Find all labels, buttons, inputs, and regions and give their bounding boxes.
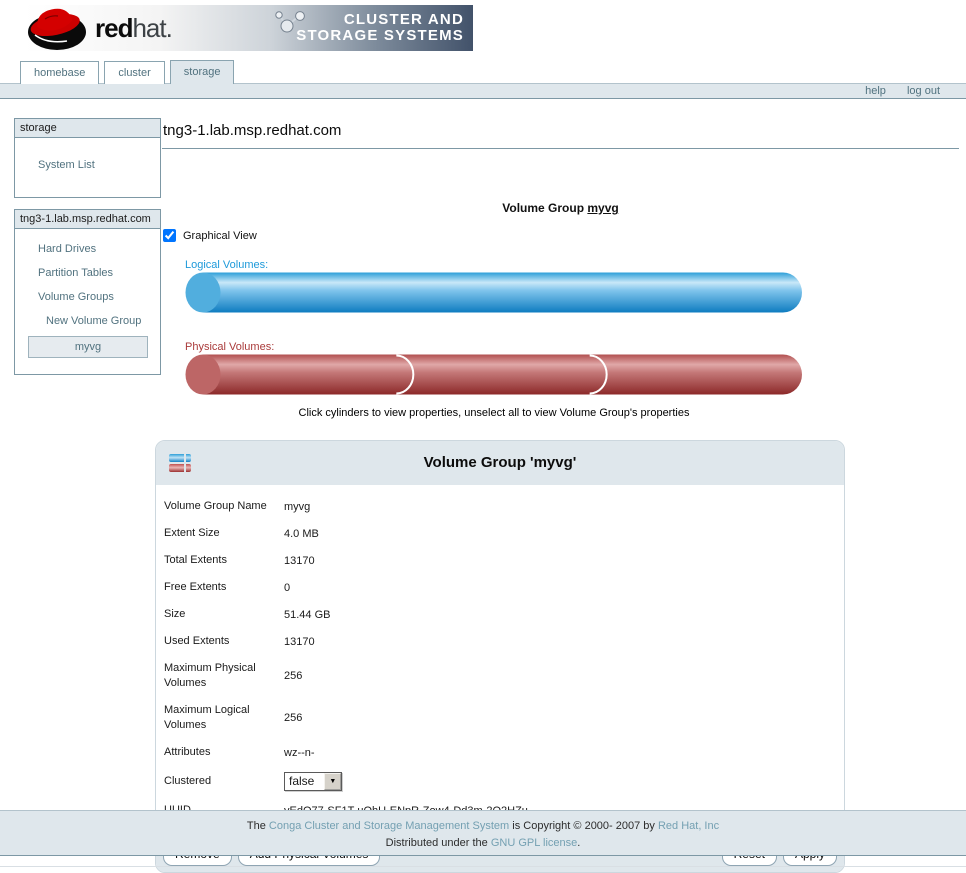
graphical-view-checkbox[interactable] (163, 229, 176, 242)
system-box-items: Hard DrivesPartition TablesVolume Groups… (15, 237, 160, 333)
sidebar-item-hard-drives[interactable]: Hard Drives (15, 237, 160, 261)
prop-label: Free Extents (164, 580, 284, 595)
vg-heading-name: myvg (587, 201, 618, 215)
sidebar-item-system-list[interactable]: System List (15, 153, 160, 177)
prop-value: 0 (284, 582, 844, 594)
banner-title: CLUSTER AND STORAGE SYSTEMS (296, 12, 464, 44)
volume-group-icon (169, 454, 191, 474)
prop-label: Attributes (164, 745, 284, 760)
panel-header: Volume Group 'myvg' (156, 441, 844, 485)
logical-disk-icon (169, 454, 191, 462)
physical-disk-icon (169, 464, 191, 472)
logical-volumes-label: Logical Volumes: (185, 259, 803, 271)
sidebar-item-partition-tables[interactable]: Partition Tables (15, 261, 160, 285)
graphical-view-label: Graphical View (183, 230, 257, 242)
prop-row-free-extents: Free Extents0 (156, 574, 844, 601)
tab-bar: homebasecluster storage (20, 60, 239, 83)
physical-volumes-cylinder[interactable] (185, 354, 803, 395)
graphical-view-toggle[interactable]: Graphical View (163, 229, 959, 242)
prop-value: myvg (284, 501, 844, 513)
storage-box-items: System List (15, 138, 160, 197)
physical-volumes-label: Physical Volumes: (185, 341, 803, 353)
help-link[interactable]: help (865, 85, 886, 97)
system-box-title: tng3-1.lab.msp.redhat.com (15, 210, 160, 229)
logical-volumes-cylinder[interactable] (185, 272, 803, 313)
redhat-banner: redhat. CLUSTER AND STORAGE SYSTEMS (25, 5, 473, 51)
prop-label: Used Extents (164, 634, 284, 649)
vg-properties-panel: Volume Group 'myvg' Volume Group Namemyv… (155, 440, 845, 873)
storage-nav-box: storage System List (14, 118, 161, 198)
prop-value: 256 (284, 670, 844, 682)
wordmark-hat: hat. (132, 13, 171, 43)
properties-table: Volume Group NamemyvgExtent Size4.0 MBTo… (156, 485, 844, 836)
footer-license-line: Distributed under the GNU GPL license. (0, 835, 966, 852)
storage-box-title: storage (15, 119, 160, 138)
sidebar-item-volume-groups[interactable]: Volume Groups (15, 285, 160, 309)
chevron-down-icon[interactable]: ▼ (324, 773, 341, 790)
clustered-select[interactable]: false▼ (284, 772, 342, 791)
molecule-icon (274, 10, 306, 34)
prop-row-total-extents: Total Extents13170 (156, 547, 844, 574)
redhat-wordmark: redhat. (95, 13, 172, 44)
prop-label: Extent Size (164, 526, 284, 541)
sidebar: storage System List tng3-1.lab.msp.redha… (14, 118, 161, 386)
redhat-fedora-icon (25, 5, 89, 51)
graphical-view-area: Logical Volumes: Physical Volumes: (185, 259, 803, 419)
prop-value: 13170 (284, 636, 844, 648)
footer-link-red-hat-inc[interactable]: Red Hat, Inc (658, 820, 719, 832)
prop-label: Size (164, 607, 284, 622)
tab-storage[interactable]: storage (170, 60, 235, 84)
prop-value: false▼ (284, 772, 844, 791)
system-nav-box: tng3-1.lab.msp.redhat.com Hard DrivesPar… (14, 209, 161, 375)
sidebar-item-new-volume-group[interactable]: New Volume Group (15, 309, 160, 333)
prop-row-size: Size51.44 GB (156, 601, 844, 628)
vg-heading-prefix: Volume Group (502, 201, 587, 215)
prop-row-maximum-physical-volumes: Maximum Physical Volumes256 (156, 655, 844, 697)
banner-line2: STORAGE SYSTEMS (296, 28, 464, 44)
prop-label: Total Extents (164, 553, 284, 568)
prop-row-used-extents: Used Extents13170 (156, 628, 844, 655)
prop-value: wz--n- (284, 747, 844, 759)
banner-line1: CLUSTER AND (296, 12, 464, 28)
panel-title: Volume Group 'myvg' (156, 441, 844, 485)
sidebar-item-myvg-selected[interactable]: myvg (28, 336, 148, 358)
select-value: false (285, 773, 324, 790)
prop-row-maximum-logical-volumes: Maximum Logical Volumes256 (156, 697, 844, 739)
logout-link[interactable]: log out (907, 85, 940, 97)
session-bar: help log out (0, 83, 966, 99)
footer-text: is Copyright © 2000- 2007 by (509, 820, 658, 832)
footer-link-conga-cluster-and-storage-management-system[interactable]: Conga Cluster and Storage Management Sys… (269, 820, 509, 832)
prop-label: Maximum Logical Volumes (164, 703, 284, 733)
main-content: tng3-1.lab.msp.redhat.com Volume Group m… (162, 118, 959, 873)
prop-row-attributes: Attributeswz--n- (156, 739, 844, 766)
system-box-body: Hard DrivesPartition TablesVolume Groups… (15, 229, 160, 374)
prop-row-clustered: Clusteredfalse▼ (156, 766, 844, 797)
prop-value: 51.44 GB (284, 609, 844, 621)
page-footer: The Conga Cluster and Storage Management… (0, 810, 966, 856)
wordmark-red: red (95, 13, 132, 43)
tab-homebase[interactable]: homebase (20, 61, 99, 84)
tab-cluster[interactable]: cluster (104, 61, 164, 84)
cylinder-caption: Click cylinders to view properties, unse… (185, 407, 803, 419)
bottom-divider (0, 866, 966, 867)
vg-heading: Volume Group myvg (162, 201, 959, 215)
footer-copyright-line: The Conga Cluster and Storage Management… (0, 818, 966, 835)
prop-value: 4.0 MB (284, 528, 844, 540)
prop-row-volume-group-name: Volume Group Namemyvg (156, 493, 844, 520)
footer-text: . (577, 837, 580, 849)
page-title: tng3-1.lab.msp.redhat.com (162, 118, 959, 149)
prop-label: Maximum Physical Volumes (164, 661, 284, 691)
footer-text: The (247, 820, 269, 832)
prop-label: Clustered (164, 774, 284, 789)
prop-value: 256 (284, 712, 844, 724)
prop-row-extent-size: Extent Size4.0 MB (156, 520, 844, 547)
prop-label: Volume Group Name (164, 499, 284, 514)
footer-link-gnu-gpl-license[interactable]: GNU GPL license (491, 837, 577, 849)
footer-text: Distributed under the (386, 837, 491, 849)
prop-value: 13170 (284, 555, 844, 567)
